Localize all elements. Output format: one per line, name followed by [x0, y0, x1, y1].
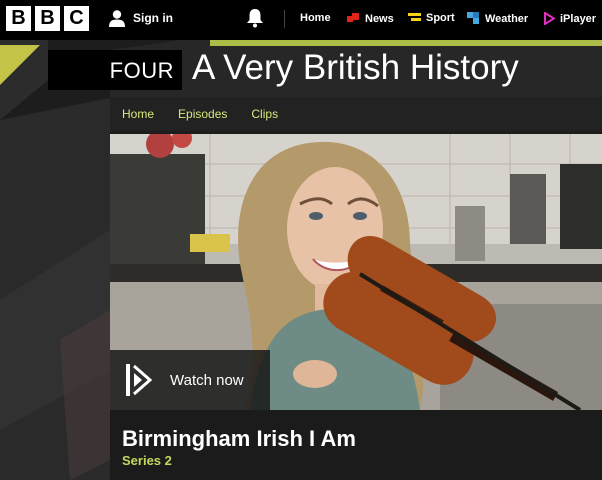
- nav-home-label: Home: [300, 12, 331, 24]
- nav-news-label: News: [365, 12, 394, 25]
- iplayer-play-icon: [126, 364, 152, 396]
- bbc-logo-letter-b1: B: [6, 6, 31, 31]
- notifications-bell-icon[interactable]: [246, 8, 264, 28]
- nav-home[interactable]: Home: [300, 12, 331, 24]
- episode-title[interactable]: Birmingham Irish I Am: [122, 426, 356, 452]
- programme-sub-nav: Home Episodes Clips: [110, 97, 602, 131]
- user-icon: [109, 10, 125, 27]
- nav-news[interactable]: News: [347, 12, 394, 25]
- channel-name: FOUR: [109, 58, 174, 83]
- bbc-logo-letter-b2: B: [35, 6, 60, 31]
- subnav-home[interactable]: Home: [122, 107, 154, 121]
- nav-iplayer-label: iPlayer: [560, 12, 597, 25]
- bbc-logo[interactable]: B B C: [6, 6, 89, 31]
- nav-sport-label: Sport: [426, 12, 455, 24]
- watch-now-button[interactable]: Watch now: [110, 350, 270, 410]
- nav-divider: [284, 10, 285, 28]
- nav-iplayer[interactable]: iPlayer: [544, 12, 596, 25]
- channel-logo[interactable]: FOUR: [48, 50, 182, 90]
- bbc-logo-letter-c: C: [64, 6, 89, 31]
- subnav-clips[interactable]: Clips: [251, 107, 278, 121]
- nav-weather-label: Weather: [485, 12, 529, 25]
- nav-sport[interactable]: Sport: [408, 12, 455, 24]
- sign-in-link[interactable]: Sign in: [108, 9, 173, 27]
- news-icon: [347, 13, 359, 22]
- watch-now-label: Watch now: [170, 371, 244, 389]
- bbc-top-bar: B B C Sign in Home News Sport Weather iP…: [0, 0, 602, 40]
- episode-series[interactable]: Series 2: [122, 453, 172, 468]
- sign-in-label: Sign in: [133, 11, 173, 25]
- subnav-episodes[interactable]: Episodes: [178, 107, 227, 121]
- nav-weather[interactable]: Weather: [467, 12, 528, 25]
- programme-brand-title[interactable]: A Very British History: [192, 48, 519, 88]
- episode-info: Birmingham Irish I Am Series 2: [110, 410, 602, 480]
- episode-description-cutoff: [122, 474, 592, 480]
- weather-icon: [467, 12, 479, 24]
- sport-icon: [408, 13, 421, 21]
- iplayer-icon: [544, 12, 555, 25]
